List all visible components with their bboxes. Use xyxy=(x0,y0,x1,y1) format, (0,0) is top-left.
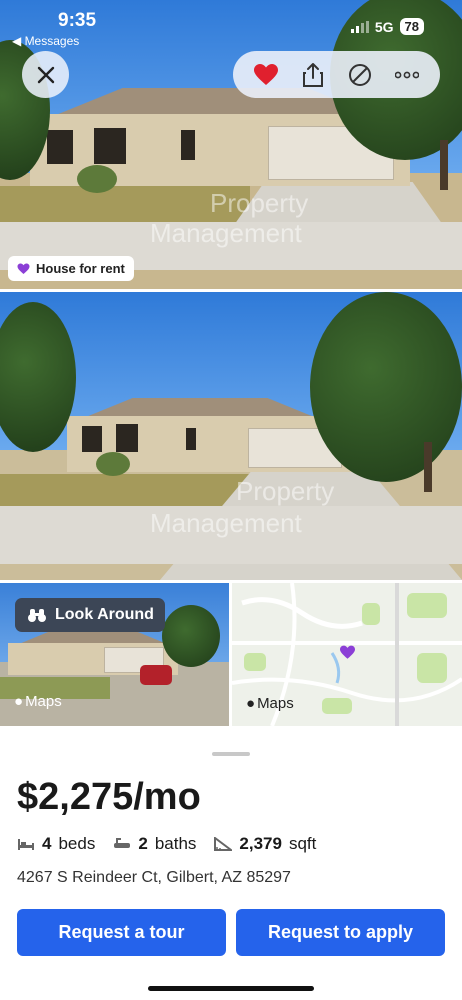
listing-address: 4267 S Reindeer Ct, Gilbert, AZ 85297 xyxy=(17,869,291,886)
hide-listing-button[interactable] xyxy=(345,60,375,90)
maps-watermark: ● Maps xyxy=(14,693,62,710)
price: $2,275/mo xyxy=(17,776,201,818)
listing-specs: 4 beds 2 baths 2,379 sqft xyxy=(17,834,326,854)
watermark-line1: Property xyxy=(210,188,309,218)
action-toolbar xyxy=(233,51,440,98)
area-icon xyxy=(214,837,233,851)
share-button[interactable] xyxy=(298,60,328,90)
more-icon xyxy=(394,71,419,78)
heart-icon xyxy=(17,263,30,274)
bathtub-icon xyxy=(114,838,131,848)
map-pin-icon xyxy=(340,645,355,659)
signal-icon xyxy=(350,20,369,33)
share-icon xyxy=(303,62,324,87)
car xyxy=(140,665,172,685)
map-tile[interactable]: ● Maps xyxy=(232,583,462,726)
more-options-button[interactable] xyxy=(392,60,422,90)
listing-photo-2[interactable]: Property Management xyxy=(0,292,462,580)
look-around-button[interactable]: Look Around xyxy=(15,598,165,632)
binoculars-icon xyxy=(28,609,46,622)
network-label: 5G xyxy=(374,18,394,35)
apple-icon: ● xyxy=(14,693,24,710)
back-to-messages-link[interactable]: ◀ Messages xyxy=(12,34,79,48)
baths-spec: 2 baths xyxy=(113,834,196,854)
listing-screen: Property Management 9:35 ◀ Messages 5G 7… xyxy=(0,0,462,1000)
maps-watermark: ● Maps xyxy=(246,695,294,712)
status-time: 9:35 xyxy=(58,10,97,31)
close-button[interactable] xyxy=(22,51,69,98)
request-apply-button[interactable]: Request to apply xyxy=(236,909,445,956)
close-icon xyxy=(37,66,54,83)
watermark-line1: Property xyxy=(236,476,335,506)
heart-icon xyxy=(254,63,279,85)
block-icon xyxy=(348,63,371,86)
apple-icon: ● xyxy=(246,695,256,712)
bed-icon xyxy=(18,839,34,850)
home-indicator[interactable] xyxy=(148,986,314,991)
badge-label: House for rent xyxy=(36,261,125,276)
favorite-button[interactable] xyxy=(251,60,281,90)
watermark-line2: Management xyxy=(150,218,302,248)
sqft-spec: 2,379 sqft xyxy=(214,834,316,854)
battery-icon: 78 xyxy=(399,18,424,35)
look-around-label: Look Around xyxy=(55,606,154,623)
status-indicators: 5G 78 xyxy=(350,18,424,35)
sheet-grabber[interactable] xyxy=(212,752,250,756)
beds-spec: 4 beds xyxy=(17,834,95,854)
request-tour-button[interactable]: Request a tour xyxy=(17,909,226,956)
listing-type-badge: House for rent xyxy=(8,256,134,281)
watermark-line2: Management xyxy=(150,508,302,538)
